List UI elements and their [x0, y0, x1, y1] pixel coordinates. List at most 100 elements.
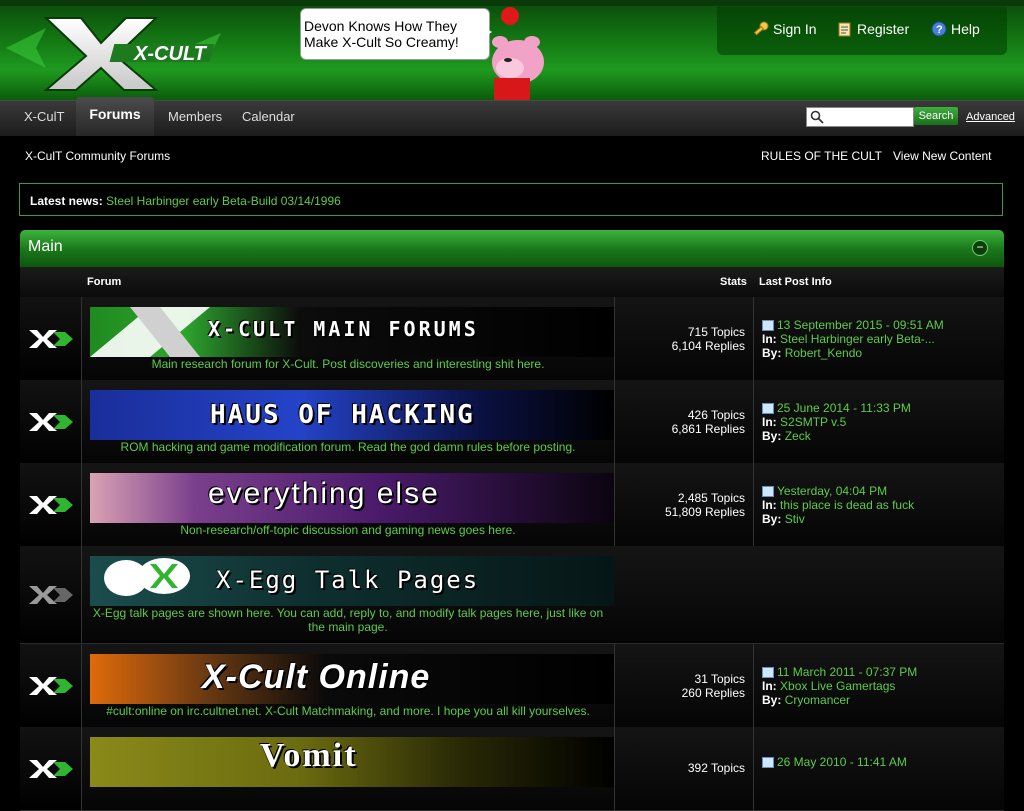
forum-banner[interactable]: X-Cult Online — [90, 654, 614, 704]
column-header-last-post: Last Post Info — [759, 276, 832, 288]
help-label: Help — [951, 21, 980, 37]
logo-text: X-CULT — [133, 43, 208, 65]
search-input[interactable] — [806, 107, 914, 127]
latest-news-link[interactable]: Steel Harbinger early Beta-Build 03/14/1… — [106, 194, 341, 208]
advanced-search-link[interactable]: Advanced — [966, 111, 1015, 123]
forum-read-status-icon — [29, 330, 73, 348]
by-label: By: — [762, 346, 782, 360]
last-post-author[interactable]: Stiv — [785, 512, 805, 526]
search-button[interactable]: Search — [914, 107, 958, 125]
forum-row: HAUS OF HACKING ROM hacking and game mod… — [20, 380, 1004, 464]
forum-banner[interactable]: X-CULT MAIN FORUMS — [90, 307, 614, 357]
forum-row: X-Cult Online #cult:online on irc.cultne… — [20, 644, 1004, 728]
forum-read-status-icon — [29, 677, 73, 695]
forum-replies-count: 6,861 Replies — [671, 422, 745, 436]
in-label: In: — [762, 498, 777, 512]
last-post-topic[interactable]: Xbox Live Gamertags — [780, 679, 895, 693]
x-cult-logo[interactable]: X-CULT — [6, 8, 226, 94]
last-post-topic[interactable]: S2SMTP v.5 — [780, 415, 846, 429]
forum-banner[interactable]: everything else — [90, 473, 614, 523]
last-post-author[interactable]: Robert_Kendo — [785, 346, 862, 360]
collapse-toggle-icon[interactable]: − — [972, 240, 988, 256]
by-label: By: — [762, 512, 782, 526]
column-header-forum: Forum — [87, 276, 122, 288]
last-post-topic[interactable]: this place is dead as fuck — [780, 498, 914, 512]
forum-topics-count: 2,485 Topics — [677, 491, 745, 505]
last-post-date[interactable]: 11 March 2011 - 07:37 PM — [777, 665, 917, 679]
tab-members[interactable]: Members — [168, 109, 222, 124]
forum-replies-count: 6,104 Replies — [671, 339, 745, 353]
sign-in-label: Sign In — [773, 21, 817, 37]
forum-read-status-icon — [29, 496, 73, 514]
forum-banner-title: X-CULT MAIN FORUMS — [208, 317, 479, 341]
last-post-topic[interactable]: Steel Harbinger early Beta-... — [780, 332, 935, 346]
by-label: By: — [762, 429, 782, 443]
forum-replies-count: 260 Replies — [681, 686, 745, 700]
mascot-character-image — [492, 7, 544, 100]
forum-banner-title: everything else — [208, 477, 440, 510]
forum-banner[interactable]: X-Egg Talk Pages — [90, 556, 614, 606]
forum-banner-title: Vomit — [260, 737, 358, 774]
forum-read-status-icon — [29, 413, 73, 431]
forum-replies-count: 51,809 Replies — [664, 505, 745, 519]
sign-in-link[interactable]: Sign In — [753, 21, 817, 37]
forum-banner-title: X-Egg Talk Pages — [216, 566, 480, 594]
help-icon: ? — [931, 21, 947, 37]
category-header: Main − — [20, 230, 1004, 267]
last-post-date[interactable]: 26 May 2010 - 11:41 AM — [777, 755, 907, 769]
forum-topics-count: 392 Topics — [687, 761, 745, 775]
in-label: In: — [762, 332, 777, 346]
forum-banner-title: HAUS OF HACKING — [210, 400, 475, 430]
forum-topics-count: 426 Topics — [687, 408, 745, 422]
column-header-stats: Stats — [720, 276, 747, 288]
column-header-row: Forum Stats Last Post Info — [20, 267, 1004, 298]
last-post-icon[interactable] — [762, 403, 774, 415]
category-title[interactable]: Main — [28, 238, 63, 256]
forum-banner-title: X-Cult Online — [202, 658, 431, 696]
register-icon — [838, 22, 851, 37]
last-post-date[interactable]: 13 September 2015 - 09:51 AM — [777, 318, 944, 332]
last-post-author[interactable]: Zeck — [785, 429, 811, 443]
forum-read-status-icon — [29, 586, 73, 604]
breadcrumb-row: X-CulT Community Forums RULES OF THE CUL… — [0, 136, 1024, 174]
search-icon — [810, 110, 824, 124]
last-post-icon[interactable] — [762, 757, 774, 769]
speech-bubble: Devon Knows How They Make X-Cult So Crea… — [300, 8, 490, 60]
forum-row: everything else Non-research/off-topic d… — [20, 463, 1004, 547]
register-label: Register — [857, 21, 910, 37]
last-post-author[interactable]: Cryomancer — [785, 693, 850, 707]
forum-description: ROM hacking and game modification forum.… — [120, 440, 576, 454]
forum-description: Main research forum for X-Cult. Post dis… — [151, 357, 545, 371]
last-post-date[interactable]: Yesterday, 04:04 PM — [777, 484, 887, 498]
forum-row: X-Egg Talk Pages X-Egg talk pages are sh… — [20, 546, 1004, 644]
last-post-icon[interactable] — [762, 667, 774, 679]
forum-description: Non-research/off-topic discussion and ga… — [180, 523, 516, 537]
svg-text:?: ? — [936, 24, 943, 36]
latest-news-bar: Latest news: Steel Harbinger early Beta-… — [19, 183, 1003, 216]
user-bar: Sign In Register ? Help — [717, 7, 1007, 55]
latest-news-label: Latest news: — [30, 194, 103, 208]
in-label: In: — [762, 415, 777, 429]
forum-topics-count: 31 Topics — [694, 672, 745, 686]
tab-forums[interactable]: Forums — [76, 97, 154, 137]
speech-bubble-x-icon — [104, 558, 190, 596]
help-link[interactable]: ? Help — [931, 21, 980, 37]
tab-xcult[interactable]: X-CulT — [24, 109, 64, 124]
last-post-icon[interactable] — [762, 486, 774, 498]
last-post-date[interactable]: 25 June 2014 - 11:33 PM — [777, 401, 911, 415]
forum-banner[interactable]: Vomit — [90, 737, 614, 787]
last-post-icon[interactable] — [762, 320, 774, 332]
register-link[interactable]: Register — [837, 21, 909, 37]
by-label: By: — [762, 693, 782, 707]
view-new-content-link[interactable]: View New Content — [893, 149, 992, 163]
forum-banner[interactable]: HAUS OF HACKING — [90, 390, 614, 440]
forum-topics-count: 715 Topics — [687, 325, 745, 339]
forum-row: Vomit 392 Topics 26 May 2010 - 11:41 AM — [20, 727, 1004, 811]
rules-link[interactable]: RULES OF THE CULT — [761, 149, 882, 163]
forum-read-status-icon — [29, 760, 73, 778]
forum-row: X-CULT MAIN FORUMS Main research forum f… — [20, 297, 1004, 381]
site-header: X-CULT Devon Knows How They Make X-Cult … — [0, 0, 1024, 100]
tab-calendar[interactable]: Calendar — [242, 109, 295, 124]
forum-description: #cult:online on irc.cultnet.net. X-Cult … — [106, 704, 590, 718]
breadcrumb[interactable]: X-CulT Community Forums — [25, 149, 170, 163]
